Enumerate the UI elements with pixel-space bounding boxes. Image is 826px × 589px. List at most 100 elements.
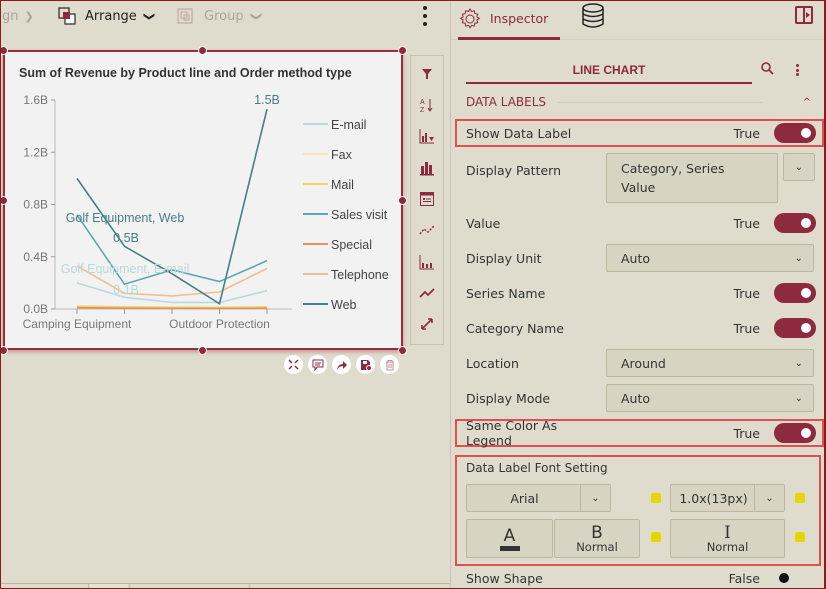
- show-data-label-toggle[interactable]: [774, 123, 816, 143]
- row-value: Value True: [466, 213, 816, 233]
- font-weight-color-swatch[interactable]: [651, 532, 661, 542]
- chevron-down-icon: ⌄: [794, 357, 803, 369]
- arrange-menu[interactable]: Arrange ❯: [58, 6, 156, 26]
- bar-chart-icon[interactable]: [415, 156, 439, 179]
- resize-handle[interactable]: [198, 346, 207, 355]
- display-pattern-label: Display Pattern: [466, 162, 562, 178]
- series-line-e-mail: [76, 282, 268, 304]
- display-pattern-dropdown[interactable]: ⌄: [783, 153, 815, 181]
- bottom-tab[interactable]: [88, 584, 128, 589]
- font-style-button[interactable]: I Normal: [670, 519, 785, 558]
- search-icon[interactable]: [761, 62, 774, 78]
- x-tick-label: Outdoor Protection: [169, 317, 270, 331]
- expand-icon[interactable]: [415, 313, 439, 336]
- chevron-down-icon: ⌄: [794, 392, 803, 404]
- section-data-labels[interactable]: DATA LABELS ^: [466, 94, 811, 110]
- y-tick-label: 0.4B: [23, 250, 48, 264]
- delete-icon[interactable]: [380, 355, 399, 374]
- widget-actions: [284, 355, 399, 374]
- font-family-color-swatch[interactable]: [651, 493, 661, 503]
- bottom-tab-bar: [0, 583, 450, 589]
- category-name-label: Category Name: [466, 320, 564, 336]
- gear-icon: [459, 7, 481, 29]
- maximize-icon[interactable]: [284, 355, 303, 374]
- display-unit-select[interactable]: Auto ⌄: [606, 244, 814, 272]
- section-divider: [558, 101, 764, 103]
- data-label: 1.5B: [254, 93, 280, 107]
- chevron-down-icon: ⌄: [580, 485, 610, 511]
- row-series-name: Series Name True: [466, 283, 816, 303]
- row-same-color-as-legend: Same Color As Legend True: [466, 418, 816, 448]
- save-icon[interactable]: [356, 355, 375, 374]
- value-toggle[interactable]: [774, 213, 816, 233]
- align-menu[interactable]: gn ❯: [2, 6, 34, 26]
- data-label: 0.5B: [113, 231, 139, 245]
- more-options-icon[interactable]: [796, 64, 800, 76]
- location-select[interactable]: Around ⌄: [606, 349, 814, 377]
- chevron-down-icon: ❯: [249, 11, 263, 21]
- font-weight-button[interactable]: B Normal: [554, 519, 640, 558]
- resize-handle[interactable]: [0, 346, 8, 355]
- legend-label: Mail: [331, 178, 354, 192]
- chevron-down-icon: ❯: [142, 11, 156, 21]
- chevron-down-icon: ⌄: [754, 485, 784, 511]
- legend-label: Fax: [331, 148, 353, 162]
- bold-glyph: B: [591, 522, 603, 543]
- font-color-bar: [499, 545, 520, 551]
- filter-icon[interactable]: [415, 62, 439, 85]
- font-style-color-swatch[interactable]: [795, 532, 805, 542]
- y-tick-label: 1.2B: [23, 145, 48, 159]
- font-color-button[interactable]: A: [466, 519, 553, 558]
- legend-icon[interactable]: [415, 187, 439, 210]
- comment-icon[interactable]: [308, 355, 327, 374]
- row-show-data-label: Show Data Label True: [466, 123, 816, 143]
- show-shape-toggle[interactable]: [774, 568, 816, 588]
- chevron-down-icon: ❯: [24, 9, 34, 23]
- display-pattern-field[interactable]: Category, Series Value: [606, 153, 778, 203]
- series-name-value: True: [733, 285, 760, 301]
- font-weight-value: Normal: [576, 539, 618, 554]
- collapse-panel-icon[interactable]: [795, 6, 813, 24]
- value-label: Value: [466, 215, 501, 231]
- row-show-shape: Show Shape False: [466, 568, 816, 588]
- resize-handle[interactable]: [398, 196, 407, 205]
- resize-handle[interactable]: [398, 346, 407, 355]
- bottom-tab[interactable]: [129, 584, 249, 589]
- series-name-label: Series Name: [466, 285, 546, 301]
- group-menu[interactable]: Group ❯: [176, 6, 263, 26]
- display-unit-label: Display Unit: [466, 250, 542, 266]
- chart-type-title: LINE CHART: [466, 58, 752, 84]
- chart-widget[interactable]: Sum of Revenue by Product line and Order…: [3, 50, 403, 350]
- legend-label: Sales visit: [331, 208, 388, 222]
- tab-inspector[interactable]: Inspector: [458, 0, 560, 40]
- font-size-select[interactable]: 1.0x(13px) ⌄: [670, 484, 785, 512]
- display-mode-value: Auto: [621, 390, 651, 406]
- chevron-down-icon: ⌄: [794, 161, 804, 173]
- font-family-select[interactable]: Arial ⌄: [466, 484, 611, 512]
- line-trend-icon[interactable]: [415, 281, 439, 304]
- series-name-toggle[interactable]: [774, 283, 816, 303]
- tab-data-source[interactable]: [581, 3, 605, 29]
- font-color-glyph: A: [503, 525, 516, 546]
- resize-handle[interactable]: [198, 46, 207, 55]
- histogram-icon[interactable]: [415, 250, 439, 273]
- category-name-toggle[interactable]: [774, 318, 816, 338]
- sort-az-icon[interactable]: AZ: [415, 93, 439, 116]
- share-icon[interactable]: [332, 355, 351, 374]
- bottom-tab[interactable]: [249, 584, 449, 589]
- y-tick-label: 0.8B: [23, 198, 48, 212]
- resize-handle[interactable]: [398, 46, 407, 55]
- chevron-up-icon[interactable]: ^: [803, 97, 811, 108]
- font-setting-label: Data Label Font Setting: [466, 461, 608, 475]
- same-color-toggle[interactable]: [774, 423, 816, 443]
- font-size-color-swatch[interactable]: [795, 493, 805, 503]
- more-options-icon[interactable]: [421, 6, 429, 26]
- trend-dots-icon[interactable]: [415, 219, 439, 242]
- x-tick-label: Camping Equipment: [23, 317, 132, 331]
- legend-label: Telephone: [331, 268, 389, 282]
- data-label: 0.1B: [113, 283, 139, 297]
- chart-settings-icon[interactable]: [415, 125, 439, 148]
- y-tick-label: 1.6B: [23, 93, 48, 107]
- panel-tabs: Inspector: [451, 0, 826, 40]
- display-mode-select[interactable]: Auto ⌄: [606, 384, 814, 412]
